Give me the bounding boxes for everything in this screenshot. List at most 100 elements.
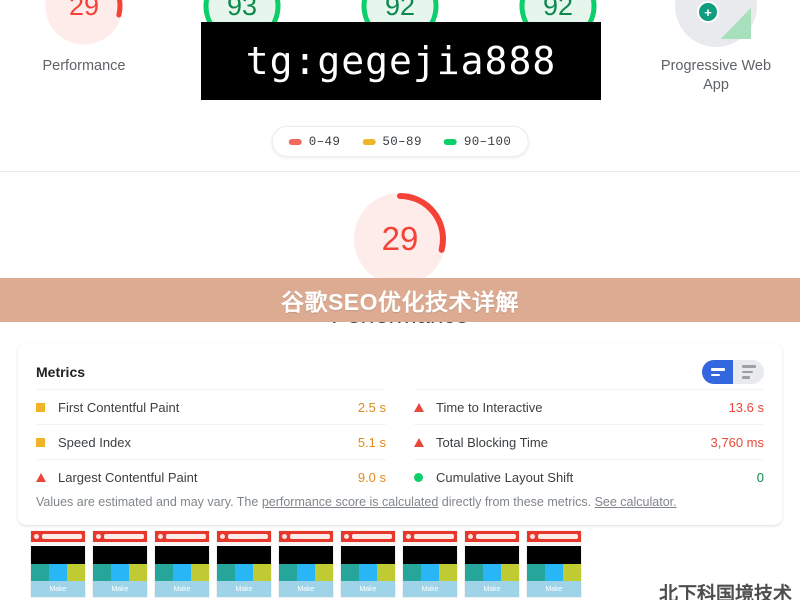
thumbnail-product-tiles	[527, 564, 581, 581]
thumbnail-tile	[483, 564, 501, 581]
filmstrip-thumbnail[interactable]: Make	[92, 530, 148, 598]
metric-status-icon	[36, 402, 58, 412]
filmstrip-thumbnail[interactable]: Make	[402, 530, 458, 598]
metric-value: 13.6 s	[728, 399, 764, 415]
footnote-text-part1: Values are estimated and may vary. The	[36, 494, 262, 509]
gauge-score-performance: 29	[68, 0, 100, 21]
legend-item-low: 0–49	[288, 134, 341, 149]
metric-row-total-blocking-time[interactable]: Total Blocking Time 3,760 ms	[414, 424, 764, 459]
thumbnail-search-bar	[290, 534, 330, 539]
site-watermark: 北下科国境技术	[658, 584, 792, 600]
gauge-label-performance: Performance	[42, 58, 126, 74]
filmstrip-thumbnail[interactable]: Make	[340, 530, 396, 598]
thumbnail-caption: Make	[527, 581, 581, 597]
thumbnail-tile	[129, 564, 147, 581]
thumbnail-hero-band	[217, 546, 271, 564]
thumbnail-hero-band	[341, 546, 395, 564]
thumbnail-header-bar	[527, 531, 581, 542]
thumbnail-tile	[359, 564, 377, 581]
metric-label: Total Blocking Time	[436, 434, 548, 450]
thumbnail-hero-band	[403, 546, 457, 564]
thumbnail-caption: Make	[465, 581, 519, 597]
metric-row-cumulative-layout-shift[interactable]: Cumulative Layout Shift 0	[414, 459, 764, 494]
metric-label: Largest Contentful Paint	[58, 469, 198, 485]
legend-label-low: 0–49	[308, 134, 341, 149]
performance-score-link[interactable]: performance score is calculated	[262, 495, 438, 509]
metric-value: 0	[756, 469, 764, 485]
thumbnail-caption: Make	[93, 581, 147, 597]
thumbnail-header-bar	[155, 531, 209, 542]
thumbnail-logo-dot-icon	[468, 534, 473, 539]
thumbnail-tile	[297, 564, 315, 581]
list-lines-icon	[741, 365, 756, 379]
thumbnail-caption: Make	[279, 581, 333, 597]
big-gauge-ring: 29	[351, 190, 449, 288]
toggle-list-view[interactable]	[733, 360, 764, 384]
metric-row-first-contentful-paint[interactable]: First Contentful Paint 2.5 s	[36, 389, 386, 424]
thumbnail-logo-dot-icon	[34, 534, 39, 539]
metrics-card: Metrics First Contentful Paint 2.5 s Spe…	[18, 343, 782, 525]
metric-label: Time to Interactive	[436, 399, 543, 415]
footnote-text-part2: directly from these metrics.	[438, 494, 595, 509]
metric-status-icon	[414, 402, 436, 412]
thumbnail-product-tiles	[217, 564, 271, 581]
filmstrip-thumbnail[interactable]: Make	[154, 530, 210, 598]
filmstrip-thumbnail[interactable]: Make	[216, 530, 272, 598]
metric-row-largest-contentful-paint[interactable]: Largest Contentful Paint 9.0 s	[36, 459, 386, 494]
metric-label: Speed Index	[58, 434, 132, 450]
thumbnail-caption: Make	[31, 581, 85, 597]
thumbnail-logo-dot-icon	[96, 534, 101, 539]
thumbnail-product-tiles	[465, 564, 519, 581]
thumbnail-tile	[341, 564, 359, 581]
article-title-banner: 谷歌SEO优化技术详解	[0, 278, 800, 322]
thumbnail-logo-dot-icon	[282, 534, 287, 539]
thumbnail-tile	[439, 564, 457, 581]
thumbnail-search-bar	[104, 534, 144, 539]
thumbnail-tile	[279, 564, 297, 581]
toggle-expand-view[interactable]	[702, 360, 733, 384]
thumbnail-product-tiles	[93, 564, 147, 581]
telegram-handle-text: tg:gegejia888	[245, 39, 557, 83]
metric-status-icon	[36, 472, 58, 482]
thumbnail-search-bar	[476, 534, 516, 539]
thumbnail-tile	[377, 564, 395, 581]
thumbnail-caption: Make	[403, 581, 457, 597]
thumbnail-tile	[501, 564, 519, 581]
thumbnail-hero-band	[465, 546, 519, 564]
gauge-pwa[interactable]: PWA + Progressive Web App	[660, 0, 772, 95]
thumbnail-tile	[253, 564, 271, 581]
gauge-performance[interactable]: 29 Performance	[28, 0, 140, 76]
thumbnail-logo-dot-icon	[344, 534, 349, 539]
filmstrip-thumbnail[interactable]: Make	[464, 530, 520, 598]
article-title-text: 谷歌SEO优化技术详解	[280, 289, 520, 315]
metric-status-icon	[36, 437, 58, 447]
filmstrip-thumbnail[interactable]: Make	[526, 530, 582, 598]
thumbnail-product-tiles	[341, 564, 395, 581]
metric-row-time-to-interactive[interactable]: Time to Interactive 13.6 s	[414, 389, 764, 424]
filmstrip-thumbnail[interactable]: Make	[278, 530, 334, 598]
thumbnail-header-bar	[93, 531, 147, 542]
metric-label: Cumulative Layout Shift	[436, 469, 574, 485]
metrics-title: Metrics	[36, 364, 86, 380]
metric-row-speed-index[interactable]: Speed Index 5.1 s	[36, 424, 386, 459]
thumbnail-hero-band	[527, 546, 581, 564]
thumbnail-logo-dot-icon	[406, 534, 411, 539]
thumbnail-tile	[563, 564, 581, 581]
thumbnail-search-bar	[228, 534, 268, 539]
thumbnail-tile	[235, 564, 253, 581]
metrics-view-toggle[interactable]	[702, 360, 764, 384]
metrics-header: Metrics	[36, 357, 764, 387]
thumbnail-search-bar	[538, 534, 578, 539]
metrics-column-right: Time to Interactive 13.6 s Total Blockin…	[414, 389, 764, 494]
see-calculator-link[interactable]: See calculator.	[595, 495, 677, 509]
legend-item-mid: 50–89	[362, 135, 422, 149]
metrics-column-left: First Contentful Paint 2.5 s Speed Index…	[36, 389, 386, 494]
thumbnail-caption: Make	[217, 581, 271, 597]
thumbnail-search-bar	[42, 534, 82, 539]
legend-swatch-green	[443, 138, 457, 145]
thumbnail-tile	[403, 564, 421, 581]
filmstrip-thumbnail[interactable]: Make	[30, 530, 86, 598]
metrics-footnote: Values are estimated and may vary. The p…	[36, 494, 764, 512]
metric-value: 9.0 s	[357, 469, 386, 485]
thumbnail-search-bar	[414, 534, 454, 539]
